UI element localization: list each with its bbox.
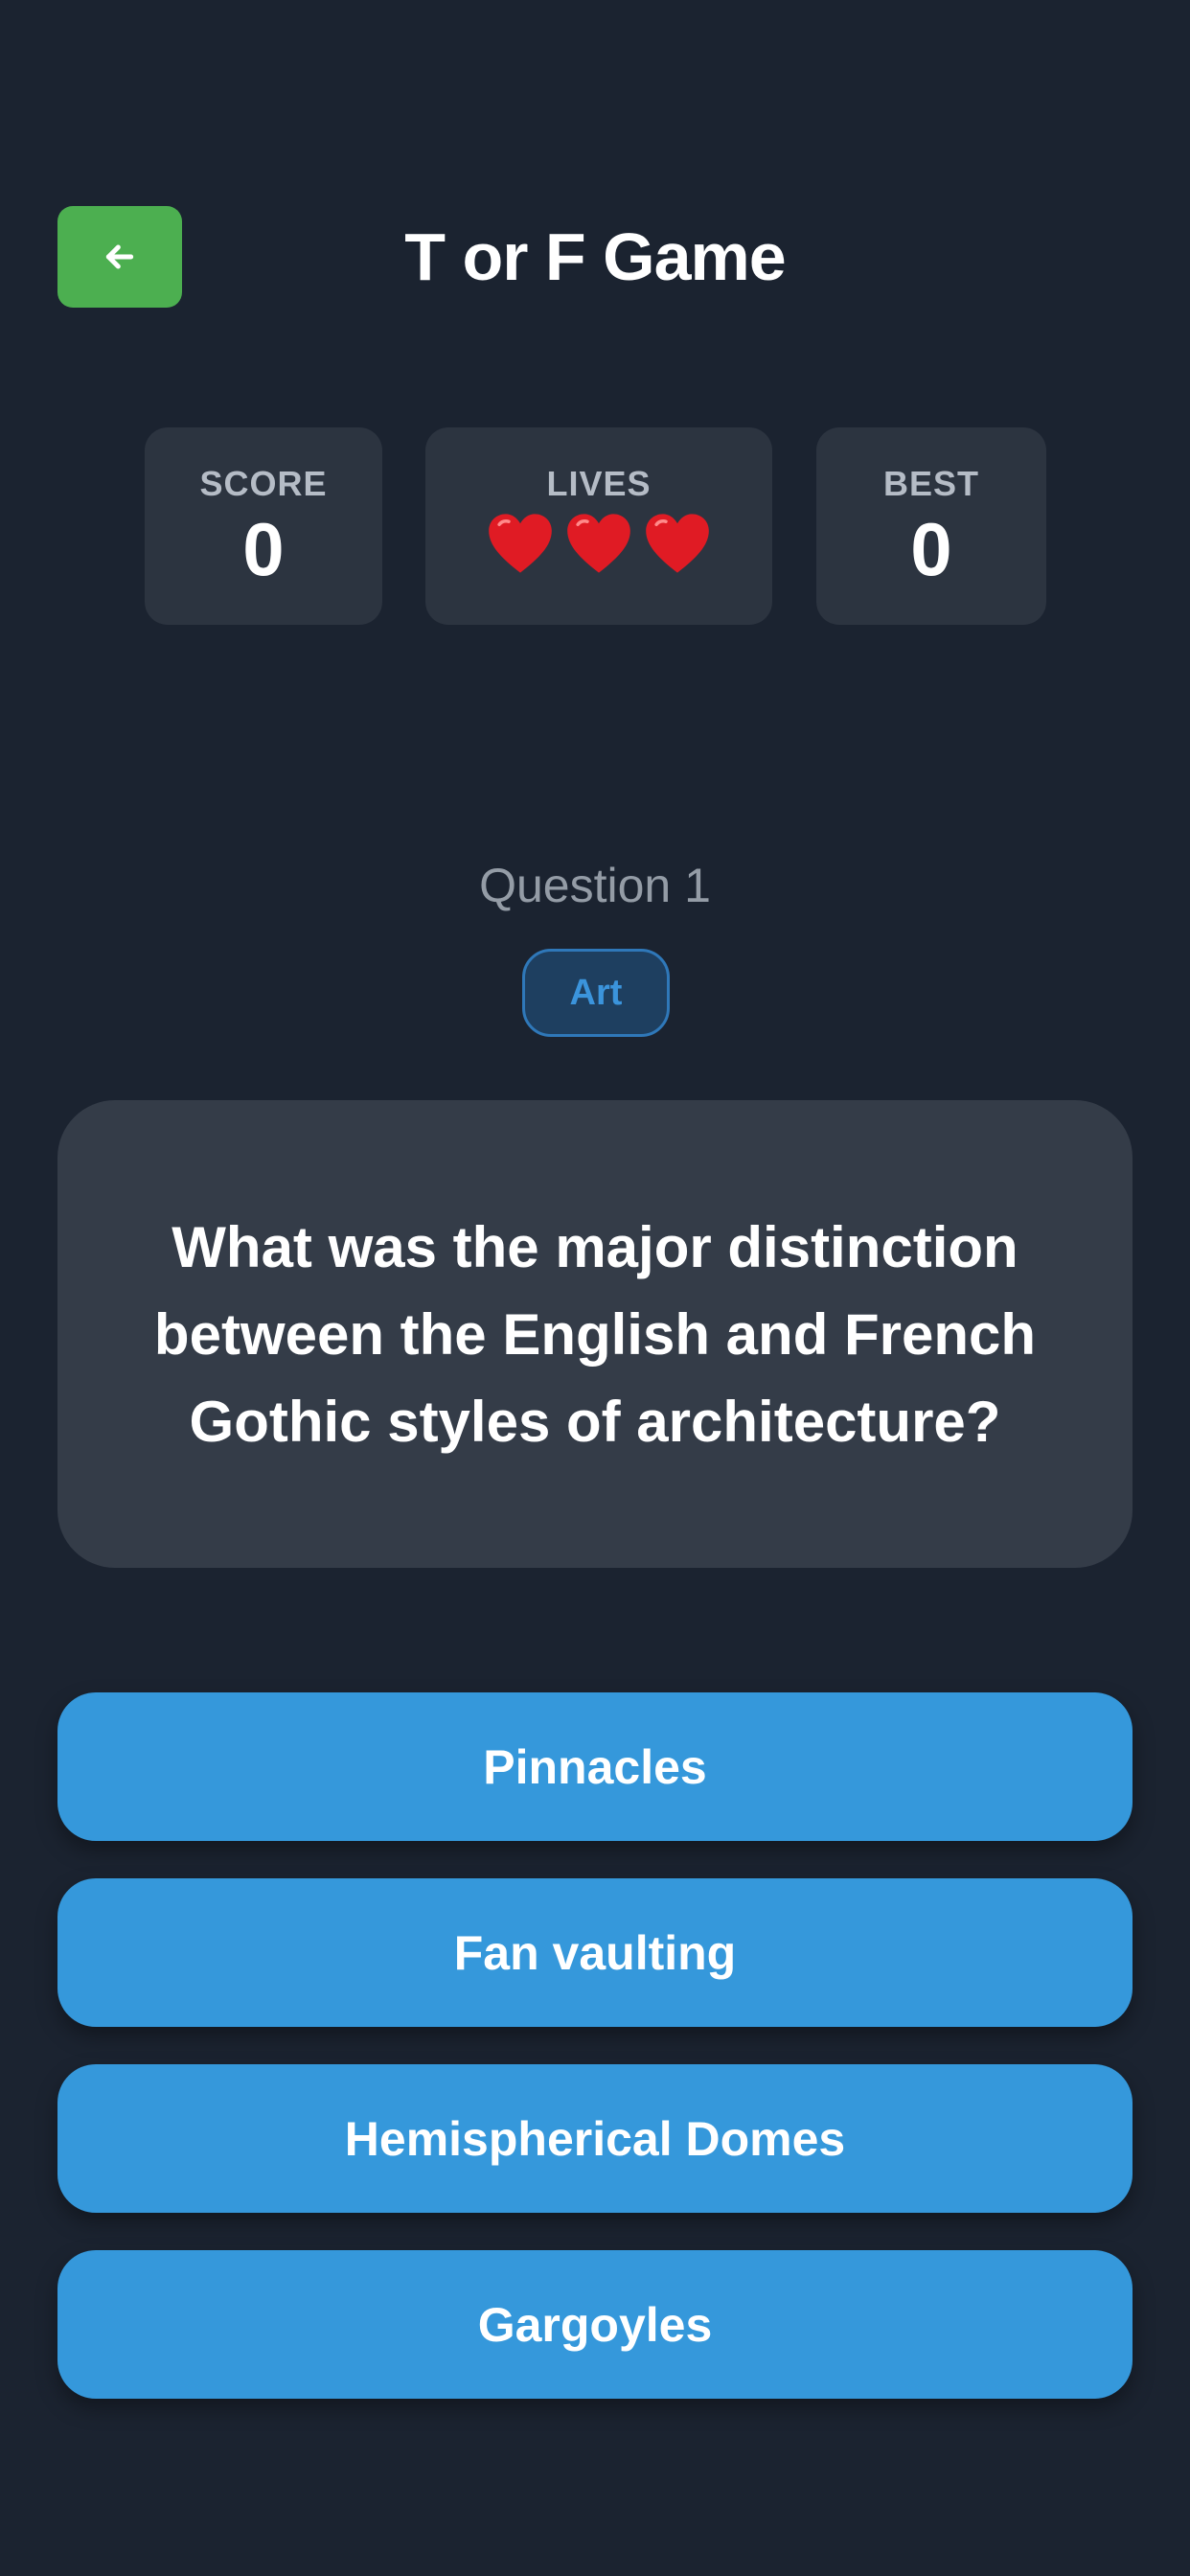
lives-label: LIVES <box>546 464 652 503</box>
best-label: BEST <box>882 464 979 503</box>
answer-button-1[interactable]: Pinnacles <box>57 1692 1133 1841</box>
question-number: Question 1 <box>479 859 711 912</box>
score-label: SCORE <box>199 464 328 503</box>
heart-icon <box>489 514 552 573</box>
best-value: 0 <box>910 507 952 591</box>
lives-hearts <box>425 512 772 575</box>
page-title: T or F Game <box>404 219 786 294</box>
heart-icon <box>646 514 709 573</box>
question-text: What was the major distinction between t… <box>153 1214 1037 1454</box>
heart-icon <box>567 514 630 573</box>
category-badge: Art <box>522 949 670 1037</box>
answer-button-4[interactable]: Gargoyles <box>57 2250 1133 2399</box>
answer-button-3[interactable]: Hemispherical Domes <box>57 2064 1133 2213</box>
score-card: SCORE 0 <box>145 427 382 625</box>
question-card: What was the major distinction between t… <box>57 1100 1133 1568</box>
answer-button-2[interactable]: Fan vaulting <box>57 1878 1133 2027</box>
score-value: 0 <box>242 507 285 591</box>
best-card: BEST 0 <box>816 427 1046 625</box>
lives-card: LIVES <box>425 427 772 625</box>
